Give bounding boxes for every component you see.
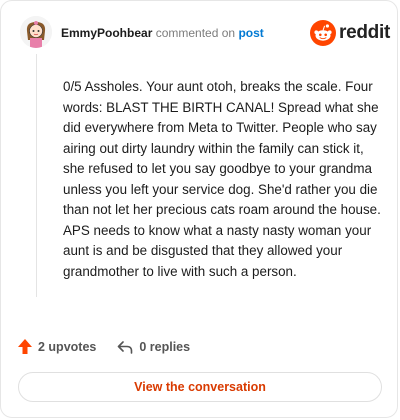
username[interactable]: EmmyPoohbear <box>61 26 152 40</box>
commented-on-text: commented on <box>155 26 236 40</box>
comment-card: EmmyPoohbear commented on post reddit 0/… <box>0 0 398 418</box>
avatar[interactable] <box>20 16 52 48</box>
replies-stat[interactable]: 0 replies <box>117 340 190 354</box>
thread-line <box>36 54 37 297</box>
reddit-wordmark: reddit <box>339 22 390 43</box>
upvotes-stat[interactable]: 2 upvotes <box>17 338 96 355</box>
avatar-illustration <box>20 16 52 48</box>
comment-body: 0/5 Assholes. Your aunt otoh, breaks the… <box>63 79 381 279</box>
comment-stats: 2 upvotes 0 replies <box>17 338 190 355</box>
post-link[interactable]: post <box>238 26 263 40</box>
comment-header: EmmyPoohbear commented on post <box>61 26 264 40</box>
reddit-snoo-icon <box>310 20 336 46</box>
reddit-brand[interactable]: reddit <box>310 20 390 46</box>
upvote-arrow-icon <box>18 339 32 354</box>
upvotes-count: 2 upvotes <box>38 339 97 354</box>
view-conversation-button[interactable]: View the conversation <box>18 372 382 402</box>
replies-count: 0 replies <box>139 339 191 354</box>
reply-arrow-icon <box>118 340 133 354</box>
